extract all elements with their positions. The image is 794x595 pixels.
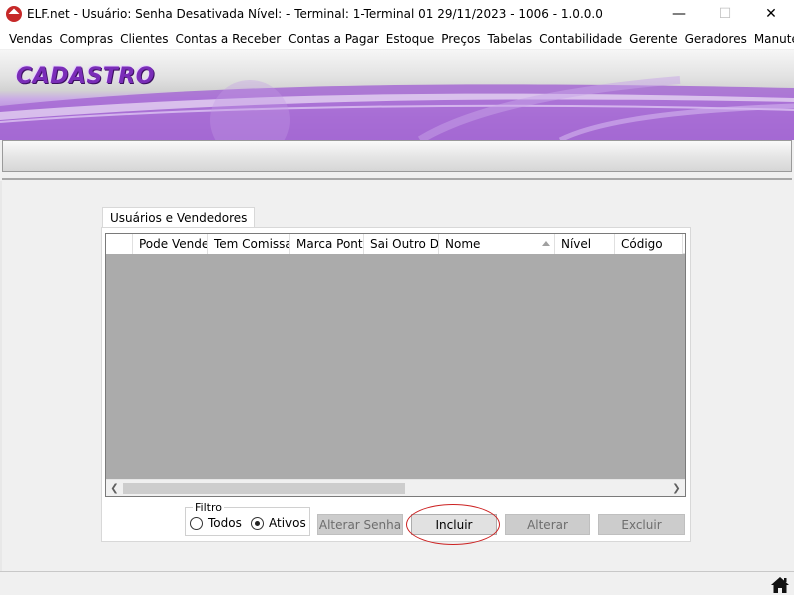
column-nivel[interactable]: Nível — [555, 234, 615, 254]
home-icon[interactable] — [770, 575, 790, 595]
banner-title: CADASTRO — [16, 64, 155, 89]
window-title: ELF.net - Usuário: Senha Desativada Níve… — [27, 7, 603, 21]
menu-contabilidade[interactable]: Contabilidade — [536, 32, 625, 46]
radio-ativos-label: Ativos — [269, 516, 306, 530]
scroll-right-icon[interactable]: ❯ — [668, 480, 685, 497]
menu-geradores[interactable]: Geradores — [682, 32, 750, 46]
row-header-column[interactable] — [106, 234, 133, 254]
sort-ascending-icon — [542, 241, 550, 246]
alterar-senha-button[interactable]: Alterar Senha — [317, 514, 403, 535]
close-icon[interactable]: ✕ — [748, 0, 794, 28]
window-controls: — ☐ ✕ — [656, 0, 794, 28]
left-edge — [0, 181, 2, 571]
maximize-icon[interactable]: ☐ — [702, 0, 748, 28]
tab-usuarios-e-vendedores[interactable]: Usuários e Vendedores — [102, 207, 256, 228]
menu-manutencao[interactable]: Manutenção — [751, 32, 794, 46]
column-codigo[interactable]: Código — [615, 234, 683, 254]
menu-compras[interactable]: Compras — [57, 32, 117, 46]
menu-gerente[interactable]: Gerente — [626, 32, 680, 46]
menu-tabelas[interactable]: Tabelas — [485, 32, 536, 46]
scroll-left-icon[interactable]: ❮ — [106, 480, 123, 497]
radio-todos-label: Todos — [208, 516, 242, 530]
menu-contas-a-receber[interactable]: Contas a Receber — [172, 32, 284, 46]
strip-divider — [2, 178, 792, 180]
alterar-button[interactable]: Alterar — [505, 514, 590, 535]
grid-header: Pode Vender Tem Comissao Marca Ponto Sai… — [106, 234, 685, 254]
menu-vendas[interactable]: Vendas — [6, 32, 56, 46]
menu-contas-a-pagar[interactable]: Contas a Pagar — [285, 32, 382, 46]
column-sai-outro-dia[interactable]: Sai Outro Dia — [364, 234, 439, 254]
menu-precos[interactable]: Preços — [438, 32, 483, 46]
menu-bar: Vendas Compras Clientes Contas a Receber… — [0, 28, 794, 49]
excluir-button[interactable]: Excluir — [598, 514, 685, 535]
column-marca-ponto[interactable]: Marca Ponto — [290, 234, 364, 254]
users-grid[interactable]: Pode Vender Tem Comissao Marca Ponto Sai… — [105, 233, 686, 497]
toolbar-strip — [2, 140, 792, 172]
highlight-annotation — [406, 504, 500, 545]
filter-label: Filtro — [193, 501, 224, 514]
title-bar: ELF.net - Usuário: Senha Desativada Níve… — [0, 0, 794, 28]
radio-ativos[interactable]: Ativos — [251, 516, 306, 530]
column-nome[interactable]: Nome — [439, 234, 555, 254]
menu-estoque[interactable]: Estoque — [383, 32, 438, 46]
column-pode-vender[interactable]: Pode Vender — [133, 234, 208, 254]
menu-clientes[interactable]: Clientes — [117, 32, 171, 46]
column-tem-comissao[interactable]: Tem Comissao — [208, 234, 290, 254]
radio-todos-circle[interactable] — [190, 516, 203, 530]
header-banner: CADASTRO — [0, 50, 794, 140]
status-bar — [0, 571, 794, 595]
app-logo-icon — [6, 6, 22, 22]
radio-ativos-circle[interactable] — [251, 516, 264, 530]
horizontal-scrollbar[interactable]: ❮ ❯ — [106, 479, 685, 496]
column-nome-label: Nome — [445, 237, 481, 251]
scroll-thumb[interactable] — [123, 483, 405, 494]
minimize-icon[interactable]: — — [656, 0, 702, 28]
radio-todos[interactable]: Todos — [190, 516, 242, 530]
